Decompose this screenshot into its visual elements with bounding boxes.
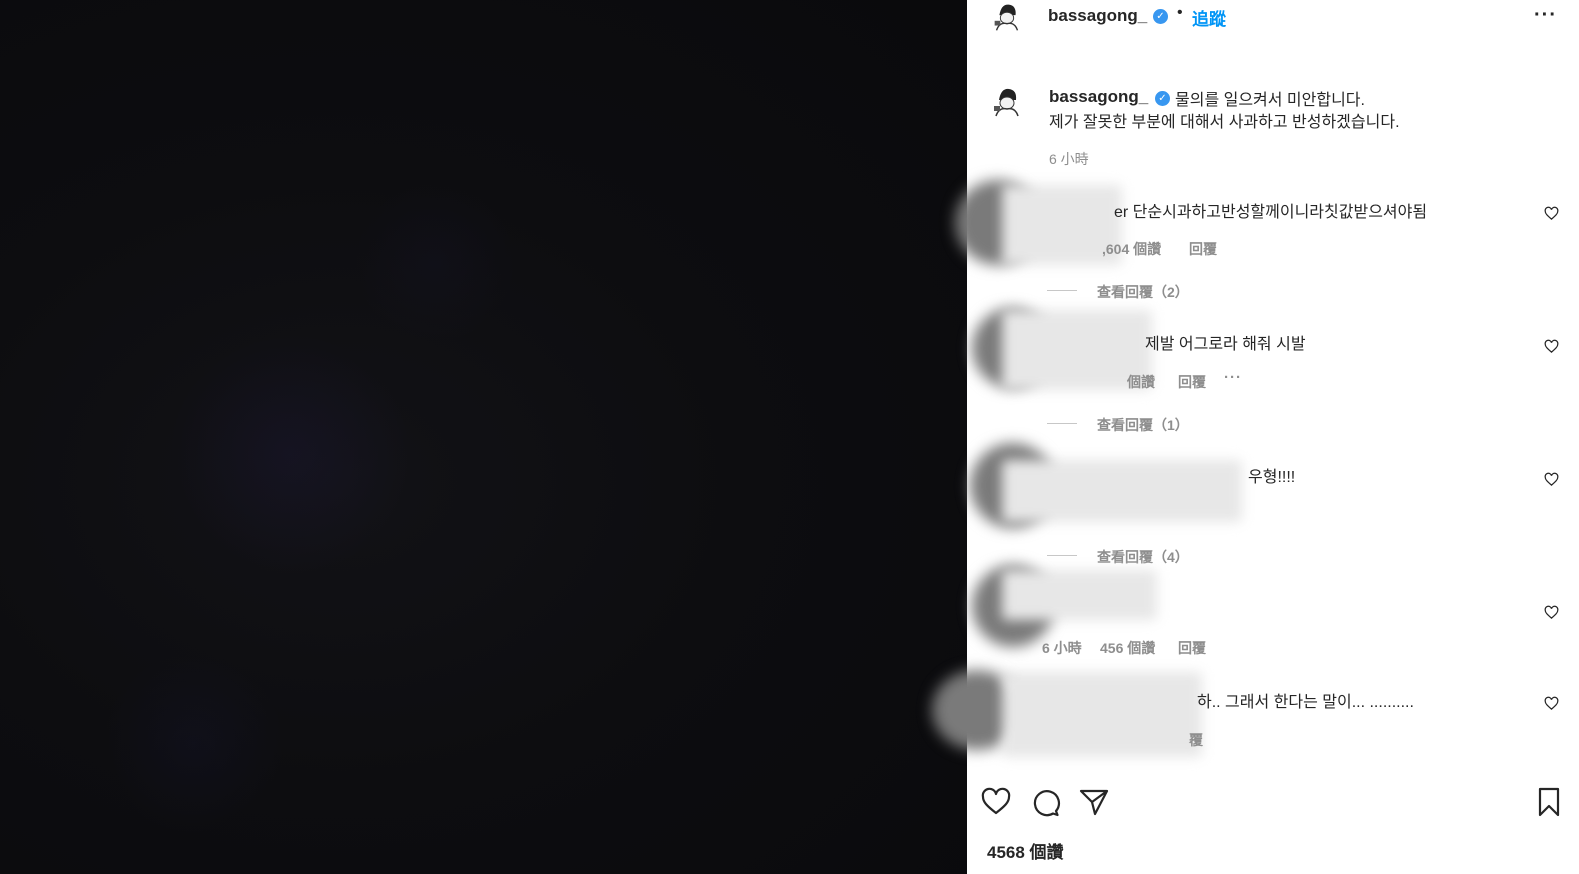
follow-button[interactable]: 追蹤 (1192, 5, 1226, 30)
comment-more-icon[interactable]: ··· (1224, 369, 1242, 386)
caption-timestamp: 6 小時 (1049, 151, 1089, 167)
divider-line (1047, 555, 1077, 556)
comment-like-heart-icon[interactable] (1544, 206, 1559, 221)
heart-icon[interactable] (980, 786, 1012, 818)
post-panel: bassagong_ ✓ • 追蹤 ··· bassagong_ ✓ 물의를 일… (932, 0, 1579, 874)
bookmark-icon[interactable] (1533, 786, 1565, 818)
view-replies-button[interactable]: 查看回覆（4） (1097, 547, 1189, 567)
verified-badge-icon: ✓ (1155, 91, 1170, 106)
blurred-region (1002, 570, 1157, 620)
divider-line (1047, 290, 1077, 291)
reply-button[interactable]: 回覆 (1189, 239, 1217, 259)
comment-like-heart-icon[interactable] (1544, 339, 1559, 354)
caption-username[interactable]: bassagong_ (1049, 87, 1148, 107)
share-icon[interactable] (1078, 786, 1110, 818)
post-media[interactable] (0, 0, 967, 874)
comment-likes[interactable]: 456 個讚 (1100, 638, 1155, 658)
reply-button[interactable]: 回覆 (1178, 372, 1206, 392)
more-options-icon[interactable]: ··· (1534, 4, 1557, 27)
comment-timestamp: 6 小時 (1042, 640, 1082, 656)
header-username[interactable]: bassagong_ (1048, 6, 1147, 26)
comment-like-heart-icon[interactable] (1544, 472, 1559, 487)
media-image (0, 0, 967, 874)
reply-button[interactable]: 回覆 (1178, 638, 1206, 658)
post-likes-count[interactable]: 4568 個讚 (987, 838, 1064, 863)
comment-like-heart-icon[interactable] (1544, 696, 1559, 711)
divider-line (1047, 423, 1077, 424)
comment-like-heart-icon[interactable] (1544, 605, 1559, 620)
reply-button[interactable]: 覆 (1189, 730, 1203, 750)
action-bar (967, 786, 1579, 826)
blurred-region (1002, 672, 1202, 757)
blurred-region (1002, 460, 1242, 522)
comment-likes[interactable]: 個讚 (1127, 372, 1155, 392)
comment-icon[interactable] (1029, 786, 1061, 818)
view-replies-button[interactable]: 查看回覆（2） (1097, 282, 1189, 302)
comment-text: 제발 어그로라 해줘 시발 (1145, 336, 1306, 353)
caption-text-line2: 제가 잘못한 부분에 대해서 사과하고 반성하겠습니다. (1049, 114, 1400, 131)
comment-text: er 단순시과하고반성할께이니라칫값받으셔야됨 (1114, 204, 1428, 221)
header-avatar[interactable] (987, 0, 1027, 36)
header-separator: • (1177, 4, 1183, 21)
caption-text-line1: 물의를 일으켜서 미안합니다. (1175, 92, 1365, 109)
caption-avatar[interactable] (987, 82, 1027, 122)
comment-text: 하.. 그래서 한다는 말이... .......... (1197, 694, 1414, 711)
comment-likes[interactable]: ,604 個讚 (1102, 239, 1161, 259)
comment-text: 우형!!!! (1248, 469, 1296, 486)
verified-badge-icon: ✓ (1153, 9, 1168, 24)
view-replies-button[interactable]: 查看回覆（1） (1097, 415, 1189, 435)
